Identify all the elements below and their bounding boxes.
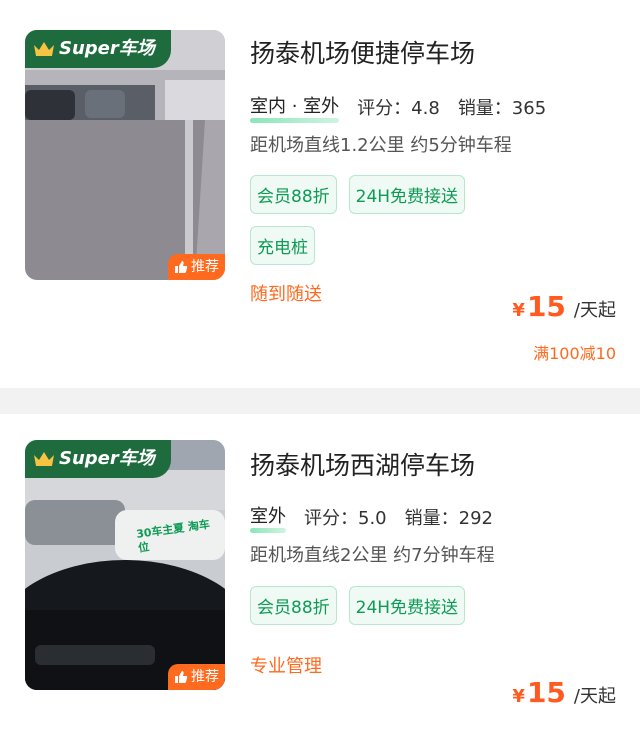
promo-note: 满100减10 (533, 344, 616, 363)
parking-lot-card[interactable]: Super车场 推荐 扬泰机场便捷停车场 室内 · 室外 评分：4.8 销量：3… (0, 0, 640, 388)
lot-rating: 评分：5.0 (304, 507, 387, 529)
lot-sales: 销量：365 (457, 97, 547, 119)
price-currency: ¥ (512, 686, 525, 707)
badge-label: Super车场 (59, 38, 155, 59)
lot-environment: 室外 (250, 502, 286, 533)
price-currency: ¥ (512, 300, 525, 321)
recommend-label: 推荐 (191, 669, 219, 685)
super-lot-badge: Super车场 (25, 30, 171, 68)
feature-tag: 24H免费接送 (348, 586, 466, 625)
feature-tags: 会员88折 24H免费接送 充电桩 (250, 175, 510, 265)
lot-name[interactable]: 扬泰机场西湖停车场 (250, 446, 475, 482)
feature-tag: 充电桩 (250, 226, 315, 265)
lot-meta: 室内 · 室外 评分：4.8 销量：365 (250, 92, 547, 123)
parking-lot-photo: Super车场 30车主夏 淘车位 推荐 (25, 440, 225, 690)
crown-icon (34, 452, 54, 466)
recommend-label: 推荐 (191, 259, 219, 275)
lot-name[interactable]: 扬泰机场便捷停车场 (250, 34, 475, 70)
price-value: 15 (526, 290, 566, 323)
service-note: 随到随送 (250, 284, 322, 305)
price-unit: /天起 (573, 300, 616, 321)
service-note: 专业管理 (250, 656, 322, 677)
recommend-tag: 推荐 (168, 664, 225, 690)
price-unit: /天起 (573, 686, 616, 707)
parking-lot-card[interactable]: Super车场 30车主夏 淘车位 推荐 扬泰机场西湖停车场 室外 评分：5.0… (0, 414, 640, 752)
thumbs-up-icon (175, 671, 188, 683)
feature-tag: 24H免费接送 (348, 175, 466, 214)
crown-icon (34, 42, 54, 56)
parking-lot-photo: Super车场 推荐 (25, 30, 225, 280)
feature-tag: 会员88折 (250, 175, 337, 214)
lot-meta: 室外 评分：5.0 销量：292 (250, 502, 493, 533)
lot-distance: 距机场直线1.2公里 约5分钟车程 (250, 135, 512, 156)
feature-tags: 会员88折 24H免费接送 (250, 586, 510, 625)
price: ¥ 15 /天起 (512, 290, 616, 323)
lot-environment: 室内 · 室外 (250, 92, 340, 123)
lot-sales: 销量：292 (404, 507, 493, 529)
lot-distance: 距机场直线2公里 约7分钟车程 (250, 545, 495, 566)
price: ¥ 15 /天起 (512, 676, 616, 709)
feature-tag: 会员88折 (250, 586, 337, 625)
lot-rating: 评分：4.8 (357, 97, 440, 119)
price-value: 15 (526, 676, 566, 709)
badge-label: Super车场 (59, 448, 155, 469)
recommend-tag: 推荐 (168, 254, 225, 280)
thumbs-up-icon (175, 261, 188, 273)
super-lot-badge: Super车场 (25, 440, 171, 478)
